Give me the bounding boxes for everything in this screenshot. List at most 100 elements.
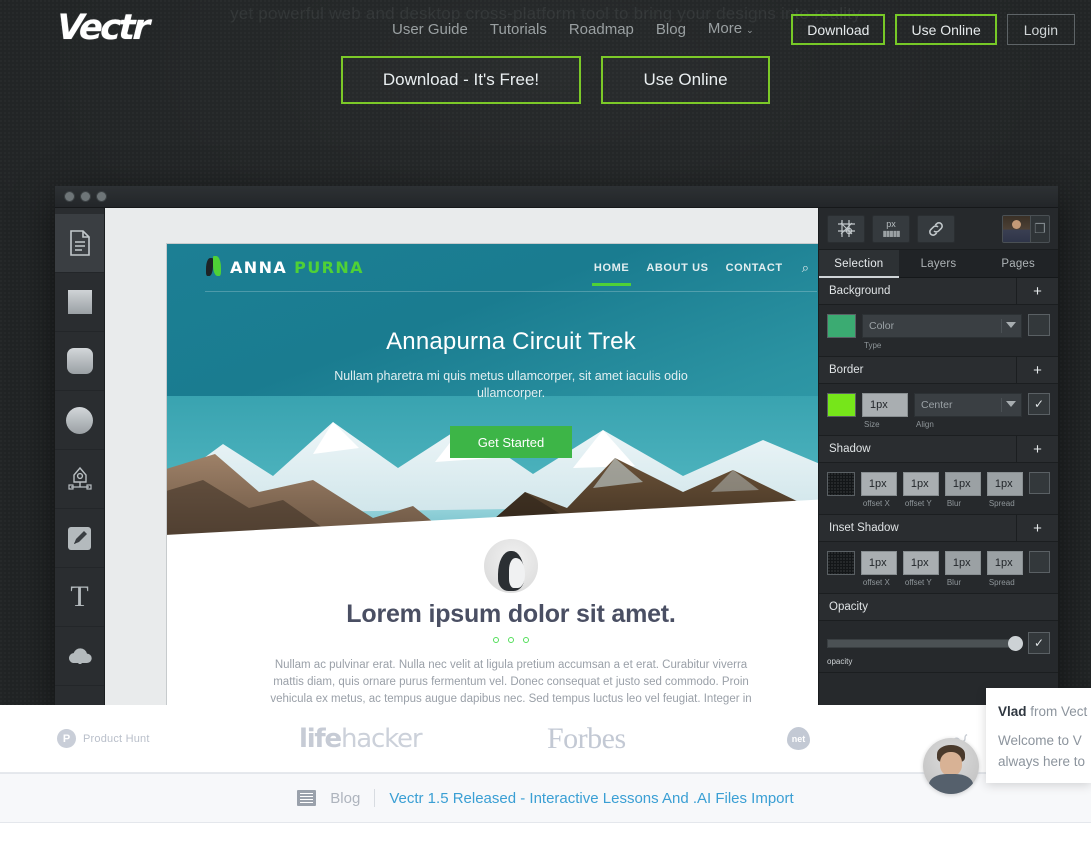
chat-message-bubble[interactable]: Vlad from Vect Welcome to V always here … — [986, 688, 1091, 783]
leaf-logo-icon — [205, 256, 222, 278]
tab-selection[interactable]: Selection — [819, 250, 899, 278]
add-shadow-button[interactable]: + — [1016, 436, 1058, 462]
primary-nav: User Guide Tutorials Roadmap Blog More ⌄ — [392, 18, 754, 41]
upload-tool[interactable] — [55, 627, 104, 686]
background-type-select[interactable]: Color — [862, 314, 1022, 338]
opacity-slider[interactable] — [827, 635, 1023, 651]
nav-link-roadmap[interactable]: Roadmap — [569, 19, 634, 41]
shadow-offset-x-input[interactable]: 1px — [860, 472, 897, 496]
opacity-enable-checkbox[interactable]: ✓ — [1028, 632, 1050, 654]
artboard-menu-contact[interactable]: CONTACT — [726, 262, 783, 274]
border-align-select[interactable]: Center — [914, 393, 1022, 417]
add-border-button[interactable]: + — [1016, 357, 1058, 383]
nav-link-tutorials[interactable]: Tutorials — [490, 19, 547, 41]
nav-link-blog[interactable]: Blog — [656, 19, 686, 41]
text-tool[interactable]: T — [55, 568, 104, 627]
rectangle-icon — [67, 290, 92, 314]
panel-toolbar: px ▮▮▮▮▮ ❐ — [819, 208, 1058, 250]
add-inset-shadow-button[interactable]: + — [1016, 515, 1058, 541]
pen-tool[interactable] — [55, 450, 104, 509]
press-logo-product-hunt[interactable]: P Product Hunt — [57, 729, 150, 748]
inset-spread-label: Spread — [988, 578, 1015, 587]
nav-link-more[interactable]: More ⌄ — [708, 18, 754, 41]
shadow-spread-input[interactable]: 1px — [986, 472, 1023, 496]
inset-offset-y-input[interactable]: 1px — [902, 551, 939, 575]
press-logo-lifehacker[interactable]: lifehacker — [299, 723, 423, 754]
chat-agent-avatar[interactable] — [923, 738, 979, 794]
add-background-button[interactable]: + — [1016, 278, 1058, 304]
login-button[interactable]: Login — [1006, 14, 1075, 45]
hero-download-button[interactable]: Download - It's Free! — [341, 56, 581, 104]
design-canvas[interactable]: ANNA PURNA HOME ABOUT US CONTACT ⌕ Annap… — [105, 208, 818, 707]
artboard-get-started-button[interactable]: Get Started — [450, 426, 572, 458]
section-body-inset-shadow: 1px offset X 1px offset Y 1px Blur 1px S… — [819, 542, 1058, 594]
shadow-offset-x-control: 1px offset X — [860, 472, 897, 508]
ellipse-icon — [66, 406, 93, 434]
artboard-navbar: ANNA PURNA HOME ABOUT US CONTACT ⌕ — [167, 244, 818, 292]
artboard-brand[interactable]: ANNA PURNA — [205, 256, 364, 278]
document-tool[interactable] — [55, 214, 104, 273]
inset-offset-x-control: 1px offset X — [860, 551, 897, 587]
border-size-input[interactable]: 1px — [862, 393, 908, 417]
shadow-enable-checkbox[interactable] — [1028, 472, 1050, 494]
section-header-border: Border + — [819, 357, 1058, 384]
background-enable-checkbox[interactable] — [1028, 314, 1050, 336]
border-row: 1px Size Center Align ✓ — [827, 393, 1050, 429]
artboard[interactable]: ANNA PURNA HOME ABOUT US CONTACT ⌕ Annap… — [167, 244, 818, 707]
rounded-rect-tool[interactable] — [55, 332, 104, 391]
tab-pages[interactable]: Pages — [978, 250, 1058, 277]
section-header-inset-shadow: Inset Shadow + — [819, 515, 1058, 542]
select-divider — [1001, 319, 1002, 333]
inset-spread-input[interactable]: 1px — [986, 551, 1023, 575]
lifehacker-bold: life — [299, 723, 342, 754]
blog-post-link[interactable]: Vectr 1.5 Released - Interactive Lessons… — [389, 790, 793, 807]
inset-offset-x-input[interactable]: 1px — [860, 551, 897, 575]
hero-use-online-button[interactable]: Use Online — [601, 56, 770, 104]
shadow-blur-input[interactable]: 1px — [944, 472, 981, 496]
rectangle-tool[interactable] — [55, 273, 104, 332]
artboard-menu-home[interactable]: HOME — [591, 262, 632, 286]
chat-sender-suffix: from Vect — [1026, 704, 1088, 719]
inset-blur-control: 1px Blur — [944, 551, 981, 587]
pencil-tool[interactable] — [55, 509, 104, 568]
vectr-logo[interactable]: Vectr — [56, 8, 164, 48]
inset-blur-label: Blur — [946, 578, 962, 587]
link-button[interactable] — [917, 214, 955, 243]
section-body-shadow: 1px offset X 1px offset Y 1px Blur 1px S… — [819, 463, 1058, 515]
chat-sender-name: Vlad — [998, 704, 1027, 719]
shadow-color-swatch[interactable] — [827, 472, 855, 496]
inset-shadow-color-swatch[interactable] — [827, 551, 855, 575]
background-color-swatch[interactable] — [827, 314, 856, 338]
grid-snap-button[interactable] — [827, 214, 865, 243]
press-logo-forbes[interactable]: Forbes — [547, 722, 626, 756]
upload-cloud-icon — [68, 648, 92, 664]
window-minimize-icon[interactable] — [80, 191, 91, 202]
inset-blur-input[interactable]: 1px — [944, 551, 981, 575]
select-divider — [1001, 398, 1002, 412]
artboard-menu-about-us[interactable]: ABOUT US — [646, 262, 708, 274]
panel-tabs: Selection Layers Pages — [819, 250, 1058, 278]
use-online-button[interactable]: Use Online — [895, 14, 997, 45]
units-button[interactable]: px ▮▮▮▮▮ — [872, 214, 910, 243]
artboard-paragraph-1: Nullam ac pulvinar erat. Nulla nec velit… — [270, 659, 752, 705]
border-enable-checkbox[interactable]: ✓ — [1028, 393, 1050, 415]
search-icon[interactable]: ⌕ — [802, 260, 809, 276]
border-color-swatch[interactable] — [827, 393, 856, 417]
opacity-slider-knob[interactable] — [1008, 635, 1023, 651]
window-close-icon[interactable] — [64, 191, 75, 202]
nav-link-user-guide[interactable]: User Guide — [392, 19, 468, 41]
inset-offset-y-label: offset Y — [904, 578, 932, 587]
shadow-offset-y-input[interactable]: 1px — [902, 472, 939, 496]
user-avatar-button[interactable]: ❐ — [1002, 214, 1050, 243]
pen-icon — [67, 466, 92, 490]
window-maximize-icon[interactable] — [96, 191, 107, 202]
opacity-label: opacity — [827, 657, 853, 666]
background-type-value: Color — [869, 320, 895, 332]
tab-layers[interactable]: Layers — [899, 250, 979, 277]
avatar-face — [940, 752, 962, 776]
ellipse-tool[interactable] — [55, 391, 104, 450]
press-logo-net[interactable]: net — [787, 727, 810, 750]
download-button[interactable]: Download — [791, 14, 886, 45]
shadow-spread-label: Spread — [988, 499, 1015, 508]
inset-shadow-enable-checkbox[interactable] — [1028, 551, 1050, 573]
